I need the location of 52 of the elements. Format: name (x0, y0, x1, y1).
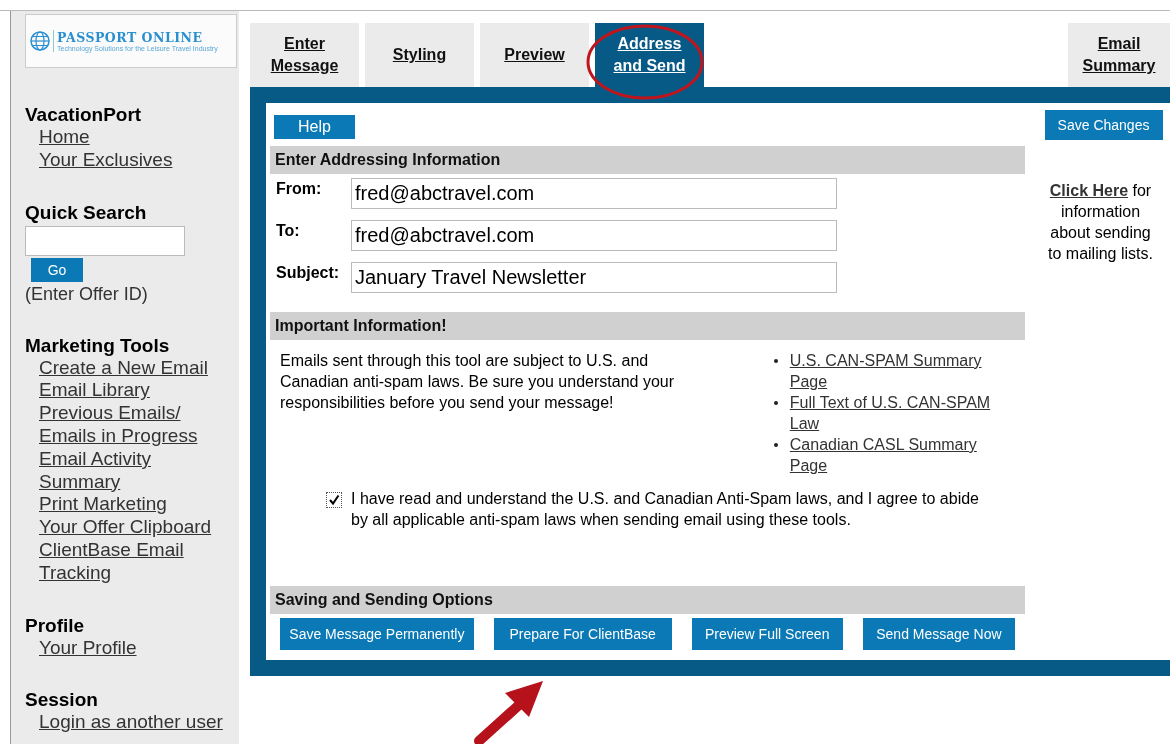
section-title: Session (25, 689, 98, 712)
bullet-icon (773, 443, 778, 447)
sidebar-link[interactable]: Email Library (39, 379, 150, 403)
law-link[interactable]: Full Text of U.S. CAN-SPAM Law (789, 392, 1015, 434)
tab[interactable]: Address and Send (595, 23, 704, 87)
notice-text: Emails sent through this tool are subject to U.S. and Canadian anti-spam laws. Be sure you understand your responsibilities before you send your message! (280, 351, 675, 413)
save-changes-button[interactable]: Save Changes (1044, 110, 1163, 140)
click-here-link[interactable]: Click Here (1049, 182, 1129, 199)
section-header: Important Information! (270, 312, 1025, 340)
section-title: Marketing Tools (25, 334, 170, 357)
mailing-list-note: Click Here for information about sending to mailing lists. (1047, 181, 1154, 264)
section-header: Saving and Sending Options (270, 586, 1025, 614)
checkbox[interactable] (326, 492, 342, 508)
sidebar-link[interactable]: Your Exclusives (39, 148, 173, 172)
sidebar-link[interactable]: Your Profile (39, 636, 137, 660)
sidebar-link[interactable]: Login as another user (39, 711, 223, 735)
section-header: Enter Addressing Information (270, 146, 1025, 174)
field-label: To: (275, 221, 301, 240)
sidebar-link[interactable]: Email Activity Summary (39, 447, 229, 494)
tab[interactable]: Email Summary (1068, 23, 1170, 87)
sidebar-link[interactable]: ClientBase Email Tracking (39, 538, 229, 585)
field-label: From: (275, 179, 323, 198)
agreement-text: I have read and understand the U.S. and Canadian Anti-Spam laws, and I agree to abide by all applicable anti-spam laws when sending email using these tools. (351, 489, 980, 530)
sidebar-link[interactable]: Previous Emails/ Emails in Progress (39, 402, 229, 448)
sidebar-link[interactable]: Create a New Email (39, 356, 208, 380)
globe-icon (30, 31, 50, 51)
action-button[interactable]: Save Message Permanently (280, 618, 474, 650)
action-button[interactable]: Preview Full Screen (691, 618, 843, 650)
section-title: Profile (25, 614, 85, 637)
tab[interactable]: Enter Message (250, 23, 359, 87)
tab[interactable]: Preview (480, 23, 589, 87)
action-button[interactable]: Prepare For ClientBase (493, 618, 672, 650)
sidebar-link[interactable]: Home (39, 126, 90, 149)
search-hint: (Enter Offer ID) (25, 283, 148, 305)
logo-name: PASSPORT ONLINE (57, 30, 204, 45)
sidebar-link[interactable]: Print Marketing (39, 493, 167, 517)
search-field[interactable] (25, 225, 185, 256)
tab[interactable]: Styling (365, 23, 474, 87)
bullet-icon (773, 401, 778, 405)
section-title: Quick Search (25, 201, 147, 224)
law-link[interactable]: U.S. CAN-SPAM Summary Page (789, 350, 1015, 392)
field-label: Subject: (275, 263, 341, 282)
input-field[interactable]: fred@abctravel.com (351, 220, 837, 251)
section-title: VacationPort (25, 104, 142, 126)
bullet-icon (773, 359, 778, 363)
input-field[interactable]: fred@abctravel.com (351, 178, 837, 209)
sidebar-link[interactable]: Your Offer Clipboard (39, 516, 212, 539)
action-button[interactable]: Send Message Now (862, 618, 1015, 650)
law-link[interactable]: Canadian CASL Summary Page (789, 434, 1015, 476)
input-field[interactable]: January Travel Newsletter (351, 262, 837, 293)
go-button[interactable]: Go (31, 257, 83, 282)
help-button[interactable]: Help (274, 115, 355, 139)
